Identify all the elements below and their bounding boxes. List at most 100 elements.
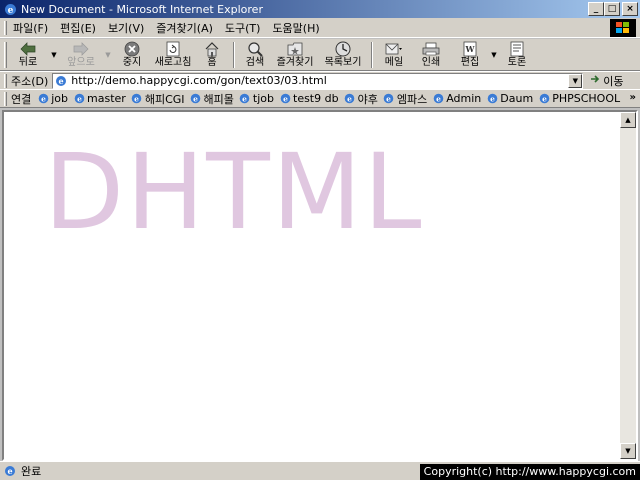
ie-link-icon: e (432, 93, 444, 105)
ie-link-icon: e (190, 93, 202, 105)
link-item[interactable]: e PHPSCHOOL (538, 92, 620, 105)
svg-text:e: e (490, 94, 495, 103)
link-label: test9 db (293, 92, 339, 105)
link-item[interactable]: e 해피CGI (131, 91, 185, 107)
search-button[interactable]: 검색 (239, 40, 271, 70)
back-button[interactable]: 뒤로 (7, 40, 49, 70)
ie-link-icon: e (383, 93, 395, 105)
links-bar: 연결 e job e master e 해피CGI e 해피몰 e tjob e test9 db e 야… (0, 89, 640, 108)
links-label: 연결 (11, 92, 32, 106)
home-icon (203, 41, 221, 57)
dhtml-heading: DHTML (44, 131, 424, 253)
mail-button[interactable]: 메일 (377, 40, 411, 70)
address-bar: 주소(D) e ▼ 이동 (0, 71, 640, 89)
svg-text:e: e (436, 94, 441, 103)
go-arrow-icon (589, 73, 601, 88)
forward-button[interactable]: 앞으로 (59, 40, 103, 70)
link-item[interactable]: e test9 db (279, 92, 339, 105)
search-icon (246, 41, 264, 57)
refresh-icon (164, 41, 182, 57)
menu-file[interactable]: 파일(F) (7, 20, 54, 36)
refresh-button[interactable]: 새로고침 (151, 40, 195, 70)
windows-logo-icon (610, 19, 636, 37)
edit-button[interactable]: W 편집 (451, 40, 489, 70)
svg-text:e: e (542, 94, 547, 103)
history-button[interactable]: 목록보기 (319, 40, 367, 70)
link-label: 해피CGI (144, 92, 185, 106)
history-icon (334, 41, 352, 57)
scroll-down-arrow-icon[interactable]: ▼ (620, 443, 636, 459)
discuss-icon (508, 41, 526, 57)
menu-view[interactable]: 보기(V) (102, 20, 150, 36)
link-label: Admin (446, 92, 482, 105)
favorites-button[interactable]: 즐겨찾기 (271, 40, 319, 70)
link-item[interactable]: e 야후 (344, 91, 378, 107)
link-label: Daum (500, 92, 534, 105)
forward-arrow-icon (72, 41, 90, 57)
link-label: tjob (252, 92, 274, 105)
menu-tools[interactable]: 도구(T) (219, 20, 267, 36)
status-text: 완료 (21, 465, 42, 478)
ie-link-icon: e (37, 93, 49, 105)
menu-bar: 파일(F) 편집(E) 보기(V) 즐겨찾기(A) 도구(T) 도움말(H) (0, 18, 640, 38)
svg-text:W: W (465, 44, 476, 54)
back-dropdown[interactable]: ▼ (49, 40, 59, 70)
link-label: 해피몰 (203, 92, 234, 106)
ie-link-icon: e (131, 93, 143, 105)
discuss-button[interactable]: 토론 (499, 40, 535, 70)
svg-text:e: e (7, 466, 12, 476)
copyright-banner: Copyright(c) http://www.happycgi.com (419, 464, 640, 480)
stop-button[interactable]: 중지 (113, 40, 151, 70)
ie-link-icon: e (486, 93, 498, 105)
link-label: PHPSCHOOL (552, 92, 621, 105)
stop-icon (123, 41, 141, 57)
toolbar-separator (233, 41, 235, 68)
home-button[interactable]: 홈 (195, 40, 229, 70)
ie-link-icon: e (239, 93, 251, 105)
ie-link-icon: e (538, 93, 550, 105)
address-label: 주소(D) (11, 74, 49, 88)
svg-text:e: e (347, 94, 352, 103)
address-input[interactable] (68, 73, 564, 88)
links-more-chevron-icon[interactable]: » (630, 92, 636, 103)
go-button[interactable]: 이동 (589, 73, 624, 89)
close-button[interactable]: × (622, 2, 638, 16)
menu-favorites[interactable]: 즐겨찾기(A) (150, 20, 219, 36)
svg-text:e: e (41, 94, 46, 103)
maximize-button[interactable]: □ (604, 2, 620, 16)
link-item[interactable]: e master (73, 92, 126, 105)
vertical-scrollbar[interactable]: ▲ ▼ (620, 112, 636, 459)
toolbar-grip[interactable] (4, 73, 7, 88)
menu-help[interactable]: 도움말(H) (266, 20, 325, 36)
svg-text:e: e (134, 94, 139, 103)
title-bar: e New Document - Microsoft Internet Expl… (0, 0, 640, 18)
edit-dropdown[interactable]: ▼ (489, 40, 499, 70)
link-item[interactable]: e 해피몰 (190, 91, 234, 107)
status-bar: e 완료 Copyright(c) http://www.happycgi.co… (0, 461, 640, 480)
link-label: 야후 (357, 92, 378, 106)
svg-text:e: e (77, 94, 82, 103)
forward-dropdown[interactable]: ▼ (103, 40, 113, 70)
svg-text:e: e (7, 6, 13, 16)
minimize-button[interactable]: _ (588, 2, 604, 16)
link-item[interactable]: e job (37, 92, 68, 105)
link-item[interactable]: e 엠파스 (383, 91, 427, 107)
menu-edit[interactable]: 편집(E) (54, 20, 102, 36)
toolbar-grip[interactable] (4, 91, 7, 106)
link-item[interactable]: e tjob (239, 92, 274, 105)
scroll-up-arrow-icon[interactable]: ▲ (620, 112, 636, 128)
link-label: 엠파스 (396, 92, 428, 106)
address-field[interactable]: e ▼ (52, 72, 584, 89)
printer-icon (422, 41, 440, 57)
address-dropdown-button[interactable]: ▼ (568, 73, 583, 88)
link-item[interactable]: e Admin (432, 92, 481, 105)
standard-toolbar: 뒤로 ▼ 앞으로 ▼ 중지 새로고침 홈 검색 즐겨찾기 목록보기 메일 인쇄 … (0, 39, 640, 71)
ie-link-icon: e (73, 93, 85, 105)
svg-text:e: e (193, 94, 198, 103)
toolbar-separator (371, 41, 373, 68)
page-icon: e (54, 74, 68, 88)
link-item[interactable]: e Daum (486, 92, 533, 105)
print-button[interactable]: 인쇄 (411, 40, 451, 70)
page-done-icon: e (3, 464, 17, 478)
word-edit-icon: W (461, 41, 479, 57)
